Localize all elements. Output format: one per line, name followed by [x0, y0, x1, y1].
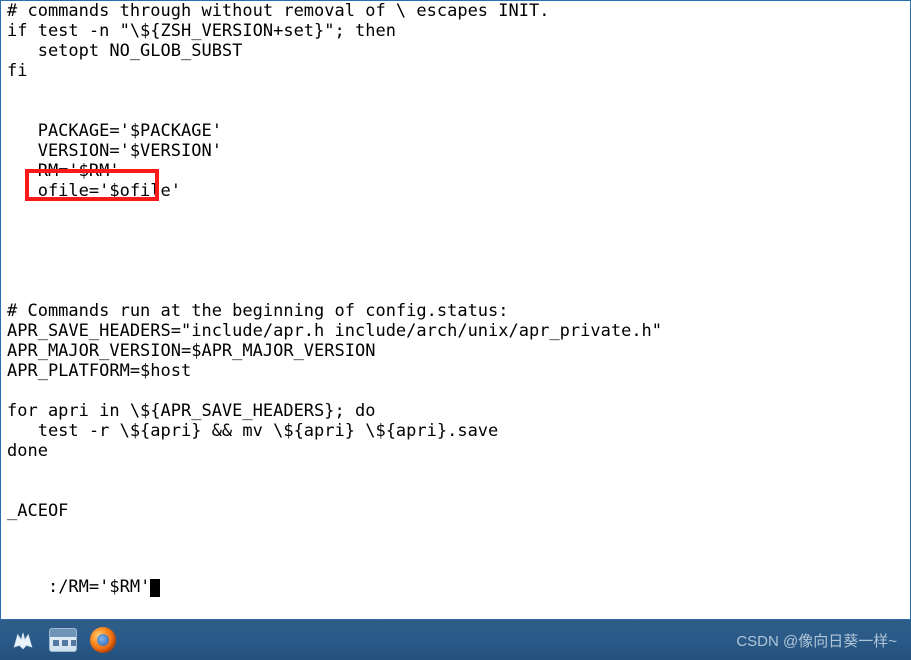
code-line: done — [7, 441, 904, 461]
code-line: VERSION='$VERSION' — [7, 141, 904, 161]
code-line: setopt NO_GLOB_SUBST — [7, 41, 904, 61]
editor-content[interactable]: # commands through without removal of \ … — [1, 1, 910, 541]
text-cursor — [150, 579, 160, 597]
code-line — [7, 521, 904, 541]
code-line: APR_MAJOR_VERSION=$APR_MAJOR_VERSION — [7, 341, 904, 361]
code-line — [7, 461, 904, 481]
vi-command-line[interactable]: :/RM='$RM' — [1, 557, 910, 619]
code-line: APR_PLATFORM=$host — [7, 361, 904, 381]
code-line — [7, 81, 904, 101]
code-line — [7, 481, 904, 501]
code-line: RM='$RM' — [7, 161, 904, 181]
code-line — [7, 281, 904, 301]
code-line: # commands through without removal of \ … — [7, 1, 904, 21]
code-line: fi — [7, 61, 904, 81]
code-line: for apri in \${APR_SAVE_HEADERS}; do — [7, 401, 904, 421]
file-manager-icon[interactable] — [48, 625, 78, 655]
code-line: APR_SAVE_HEADERS="include/apr.h include/… — [7, 321, 904, 341]
code-line — [7, 381, 904, 401]
firefox-icon[interactable] — [88, 625, 118, 655]
code-line — [7, 241, 904, 261]
code-line: ofile='$ofile' — [7, 181, 904, 201]
start-menu-icon[interactable] — [8, 625, 38, 655]
code-line: if test -n "\${ZSH_VERSION+set}"; then — [7, 21, 904, 41]
code-line — [7, 221, 904, 241]
command-text: :/RM='$RM' — [48, 577, 150, 597]
taskbar: CSDN @像向日葵一样~ — [0, 620, 911, 660]
code-line: _ACEOF — [7, 501, 904, 521]
code-line: # Commands run at the beginning of confi… — [7, 301, 904, 321]
terminal-editor[interactable]: # commands through without removal of \ … — [0, 0, 911, 620]
code-line — [7, 101, 904, 121]
code-line: PACKAGE='$PACKAGE' — [7, 121, 904, 141]
code-line: test -r \${apri} && mv \${apri} \${apri}… — [7, 421, 904, 441]
watermark-text: CSDN @像向日葵一样~ — [736, 630, 897, 651]
code-line — [7, 261, 904, 281]
code-line — [7, 201, 904, 221]
